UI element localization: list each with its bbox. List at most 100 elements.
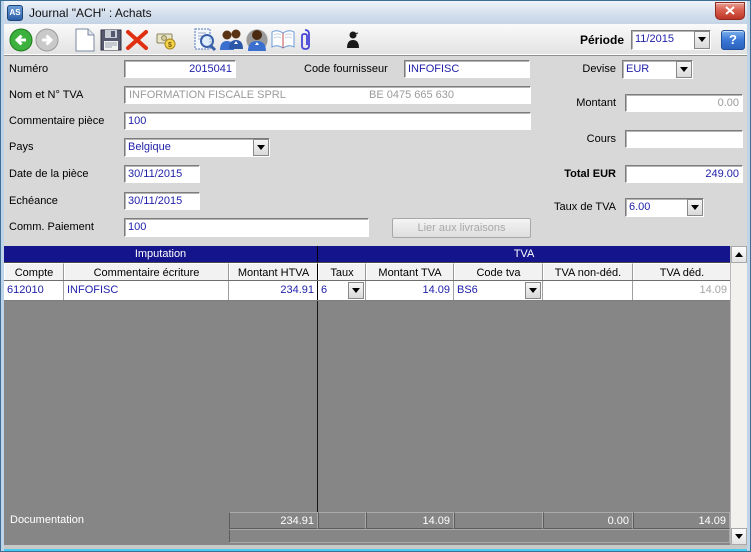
save-icon[interactable]	[98, 27, 124, 53]
col-montant-htva[interactable]: Montant HTVA	[229, 263, 318, 280]
nom-tva-field: INFORMATION FISCALE SPRL BE 0475 665 630	[124, 86, 531, 104]
back-icon[interactable]	[8, 27, 34, 53]
scrollbar-track[interactable]	[731, 263, 747, 528]
code-fournisseur-label: Code fournisseur	[304, 63, 388, 75]
cell-montant-tva[interactable]: 14.09	[366, 281, 454, 300]
col-tva-ded[interactable]: TVA déd.	[633, 263, 730, 280]
commentaire-piece-field[interactable]: 100	[124, 112, 531, 130]
payment-icon[interactable]: $	[154, 27, 180, 53]
delete-icon[interactable]	[124, 27, 150, 53]
date-piece-field[interactable]: 30/11/2015	[124, 165, 200, 183]
cell-montant-htva[interactable]: 234.91	[229, 281, 318, 300]
group-tva: TVA	[513, 248, 535, 260]
cell-commentaire[interactable]: INFOFISC	[64, 281, 229, 300]
taux-tva-value: 6.00	[629, 201, 651, 213]
help-button[interactable]: ?	[721, 29, 745, 50]
new-document-icon[interactable]	[72, 27, 98, 53]
col-taux[interactable]: Taux	[318, 263, 366, 280]
code-tva-value: BS6	[457, 284, 478, 296]
chevron-down-icon[interactable]	[348, 282, 364, 299]
col-montant-tva[interactable]: Montant TVA	[366, 263, 454, 280]
total-eur-label: Total EUR	[564, 168, 616, 180]
total-tva-ded: 14.09	[633, 512, 730, 529]
col-commentaire[interactable]: Commentaire écriture	[64, 263, 229, 280]
devise-value: EUR	[626, 63, 650, 75]
devise-dropdown[interactable]: EUR	[622, 60, 693, 79]
comm-paiement-field[interactable]: 100	[124, 218, 369, 237]
period-label: Période	[579, 32, 624, 47]
close-button[interactable]	[715, 2, 745, 20]
vertical-scrollbar[interactable]	[730, 246, 747, 545]
group-imputation: Imputation	[4, 246, 318, 262]
status-strip	[4, 545, 747, 551]
total-tva-non-ded: 0.00	[543, 512, 633, 529]
taux-value: 6	[321, 284, 328, 296]
tva-number-value: BE 0475 665 630	[369, 89, 455, 101]
commentaire-piece-label: Commentaire pièce	[9, 115, 105, 127]
total-montant-tva: 14.09	[366, 512, 454, 529]
total-montant-htva: 234.91	[229, 512, 318, 529]
cours-field[interactable]	[625, 130, 743, 148]
chevron-down-icon[interactable]	[253, 139, 269, 156]
cell-tva-ded: 14.09	[699, 284, 727, 296]
scroll-down-icon[interactable]	[731, 528, 747, 545]
app-icon: AS	[7, 4, 23, 21]
devise-label: Devise	[582, 63, 616, 75]
comm-paiement-label: Comm. Paiement	[9, 221, 94, 233]
chevron-down-icon[interactable]	[694, 30, 710, 49]
supplier-icon[interactable]	[244, 26, 270, 53]
table-row[interactable]: 612010 INFOFISC 234.91 6 14.09 BS6 14.09	[4, 281, 730, 301]
document-form: Numéro Nom et N° TVA Commentaire pièce P…	[4, 56, 747, 246]
period-dropdown[interactable]: 11/2015	[631, 29, 711, 50]
forward-icon[interactable]	[34, 27, 60, 53]
book-icon[interactable]	[270, 27, 296, 53]
total-eur-field[interactable]: 249.00	[625, 165, 743, 183]
montant-label: Montant	[576, 97, 616, 109]
period-value: 11/2015	[635, 32, 674, 45]
documentation-label[interactable]: Documentation	[4, 512, 229, 529]
total-taux	[318, 512, 366, 529]
toolbar: $ Période 11/2015 ?	[4, 24, 747, 56]
close-icon	[725, 2, 735, 20]
echeance-label: Echéance	[9, 195, 58, 207]
col-tva-non-ded[interactable]: TVA non-déd.	[543, 263, 633, 280]
titlebar: AS Journal "ACH" : Achats	[4, 1, 747, 24]
svg-text:$: $	[168, 42, 172, 49]
total-code-tva	[454, 512, 543, 529]
numero-field[interactable]: 2015041	[124, 60, 236, 78]
col-code-tva[interactable]: Code tva	[454, 263, 543, 280]
lier-livraisons-button: Lier aux livraisons	[392, 218, 531, 238]
nom-value: INFORMATION FISCALE SPRL	[129, 89, 286, 101]
entries-table: Imputation TVA Compte Commentaire écritu…	[4, 246, 747, 545]
col-compte[interactable]: Compte	[4, 263, 64, 280]
taux-tva-label: Taux de TVA	[554, 201, 616, 213]
cell-taux-dropdown[interactable]: 6	[318, 281, 366, 300]
pays-label: Pays	[9, 141, 34, 153]
table-empty-area[interactable]	[4, 301, 730, 512]
cours-label: Cours	[586, 133, 616, 145]
montant-field: 0.00	[625, 94, 743, 112]
table-bottom-strip	[4, 529, 730, 545]
pays-value: Belgique	[128, 141, 171, 153]
pays-dropdown[interactable]: Belgique	[124, 138, 270, 157]
user-icon[interactable]	[340, 27, 366, 53]
attachment-icon[interactable]	[296, 27, 314, 53]
chevron-down-icon[interactable]	[687, 199, 703, 216]
echeance-field[interactable]: 30/11/2015	[124, 192, 200, 210]
suppliers-icon[interactable]	[218, 27, 244, 53]
taux-tva-dropdown[interactable]: 6.00	[625, 198, 704, 217]
table-totals-row: Documentation 234.91 14.09 0.00 14.09	[4, 512, 730, 529]
table-column-header: Compte Commentaire écriture Montant HTVA…	[4, 263, 730, 281]
table-group-header: Imputation TVA	[4, 246, 730, 263]
cell-code-tva-dropdown[interactable]: BS6	[454, 281, 543, 300]
app-window: AS Journal "ACH" : Achats $ Période 11/2…	[0, 0, 751, 552]
numero-label: Numéro	[9, 63, 49, 75]
chevron-down-icon[interactable]	[525, 282, 541, 299]
chevron-down-icon[interactable]	[676, 61, 692, 78]
nom-tva-label: Nom et N° TVA	[9, 89, 84, 101]
cell-compte[interactable]: 612010	[4, 281, 64, 300]
scroll-up-icon[interactable]	[731, 246, 747, 263]
cell-tva-non-ded[interactable]	[543, 281, 633, 300]
preview-icon[interactable]	[192, 27, 218, 53]
window-title: Journal "ACH" : Achats	[29, 5, 152, 20]
